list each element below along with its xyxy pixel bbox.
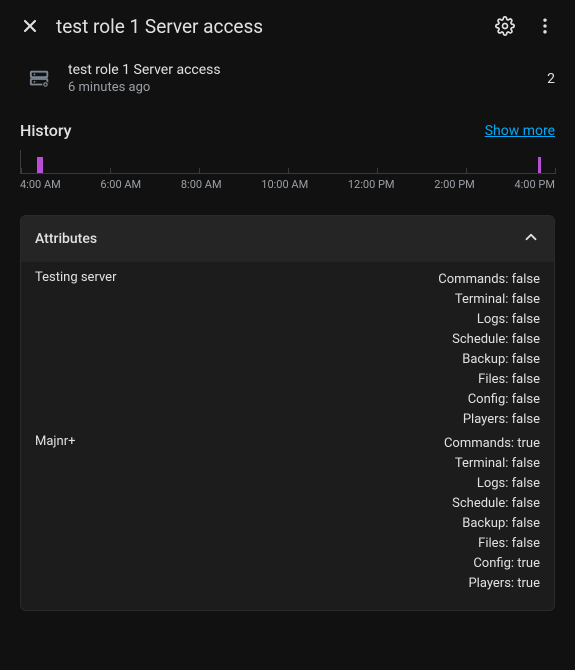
attribute-values: Commands: falseTerminal: falseLogs: fals… xyxy=(117,270,541,430)
attribute-line: Backup: false xyxy=(117,350,541,370)
attributes-panel: Attributes Testing serverCommands: false… xyxy=(20,215,555,611)
history-bar xyxy=(37,157,43,173)
attribute-line: Backup: false xyxy=(76,514,541,534)
attribute-line: Schedule: false xyxy=(76,494,541,514)
attribute-line: Logs: false xyxy=(117,310,541,330)
attribute-name: Testing server xyxy=(35,270,117,285)
more-button[interactable] xyxy=(533,14,557,38)
attribute-line: Config: false xyxy=(117,390,541,410)
timeline-tick-label: 10:00 AM xyxy=(261,178,308,191)
page-title: test role 1 Server access xyxy=(56,15,479,38)
history-timeline[interactable]: 4:00 AM 6:00 AM 8:00 AM 10:00 AM 12:00 PM 2:0… xyxy=(0,150,575,201)
timeline-tick-label: 12:00 PM xyxy=(348,178,395,191)
attributes-title: Attributes xyxy=(35,231,97,247)
entity-title: test role 1 Server access xyxy=(68,62,531,78)
timeline-tick-label: 6:00 AM xyxy=(100,178,141,191)
attribute-line: Players: true xyxy=(76,574,541,594)
attribute-line: Players: false xyxy=(117,410,541,430)
timeline-tick-label: 2:00 PM xyxy=(434,178,474,191)
timeline-tick-label: 8:00 AM xyxy=(181,178,222,191)
close-button[interactable] xyxy=(18,14,42,38)
attribute-values: Commands: trueTerminal: falseLogs: false… xyxy=(76,434,541,594)
attribute-line: Logs: false xyxy=(76,474,541,494)
entity-subtitle: 6 minutes ago xyxy=(68,80,531,95)
timeline-tick-label: 4:00 AM xyxy=(20,178,61,191)
timeline-tick-label: 4:00 PM xyxy=(514,178,554,191)
attribute-line: Terminal: false xyxy=(117,290,541,310)
attribute-line: Schedule: false xyxy=(117,330,541,350)
attribute-name: Majnr+ xyxy=(35,434,76,449)
attribute-line: Files: false xyxy=(117,370,541,390)
gear-icon xyxy=(495,16,515,36)
attribute-line: Commands: true xyxy=(76,434,541,454)
history-title: History xyxy=(20,121,72,140)
history-bar xyxy=(538,157,541,173)
show-more-link[interactable]: Show more xyxy=(485,123,555,139)
attribute-line: Terminal: false xyxy=(76,454,541,474)
attribute-line: Files: false xyxy=(76,534,541,554)
attributes-toggle[interactable]: Attributes xyxy=(21,216,554,262)
more-vertical-icon xyxy=(535,16,555,36)
attribute-line: Config: true xyxy=(76,554,541,574)
close-icon xyxy=(20,16,40,36)
settings-button[interactable] xyxy=(493,14,517,38)
server-icon xyxy=(28,67,52,91)
chevron-up-icon xyxy=(522,228,540,250)
attribute-group: Majnr+Commands: trueTerminal: falseLogs:… xyxy=(35,434,540,594)
entity-info-row: test role 1 Server access 6 minutes ago … xyxy=(0,52,575,105)
attribute-group: Testing serverCommands: falseTerminal: f… xyxy=(35,270,540,430)
entity-count: 2 xyxy=(547,71,555,87)
attribute-line: Commands: false xyxy=(117,270,541,290)
